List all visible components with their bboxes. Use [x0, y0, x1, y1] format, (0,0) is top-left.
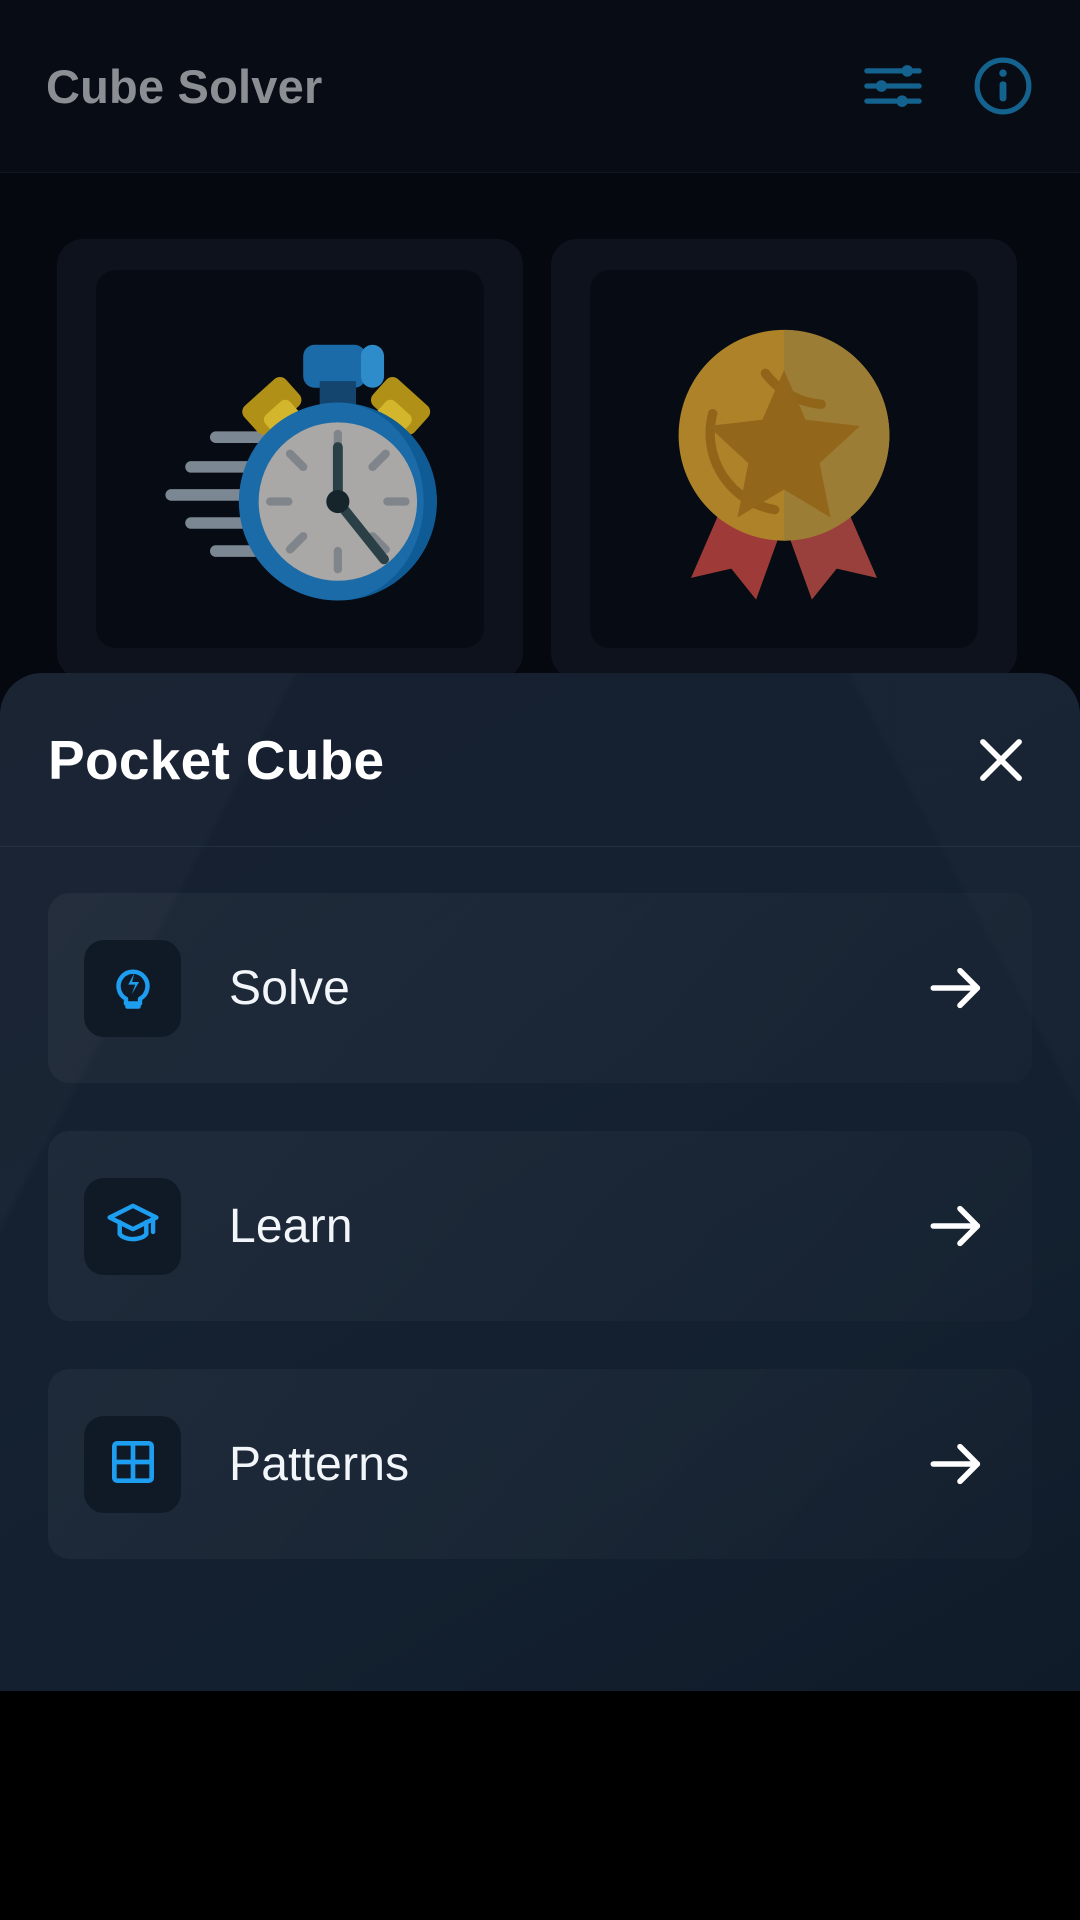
stopwatch-timer-illustration	[125, 307, 455, 612]
home-card-award[interactable]	[551, 239, 1017, 679]
patterns-icon-box	[84, 1415, 181, 1513]
arrow-right-icon[interactable]	[924, 1432, 988, 1496]
sliders-icon[interactable]	[860, 53, 926, 119]
sheet-row-patterns[interactable]: Patterns	[48, 1369, 1032, 1559]
solve-icon-box	[84, 939, 181, 1037]
graduation-cap-icon	[105, 1196, 161, 1257]
sheet-row-solve[interactable]: Solve	[48, 893, 1032, 1083]
sheet-row-learn[interactable]: Learn	[48, 1131, 1032, 1321]
arrow-right-icon[interactable]	[924, 956, 988, 1020]
app-bar: Cube Solver	[0, 0, 1080, 173]
gold-medal-award-illustration	[629, 302, 939, 617]
home-card-timer-inner	[96, 270, 484, 648]
arrow-right-icon[interactable]	[924, 1194, 988, 1258]
sheet-row-label: Learn	[229, 1199, 353, 1253]
home-card-award-inner	[590, 270, 978, 648]
bottom-sheet-modal: Pocket Cube Solve Learn Patterns	[0, 673, 1080, 1691]
sheet-row-label: Solve	[229, 961, 351, 1015]
sheet-menu-list: Solve Learn Patterns	[0, 847, 1080, 1559]
sheet-title: Pocket Cube	[48, 728, 385, 791]
info-circle-icon[interactable]	[970, 53, 1036, 119]
lightbulb-bolt-icon	[105, 958, 161, 1019]
page-title: Cube Solver	[46, 59, 323, 113]
ad-zone: Grab 带你游遍东南亚 玩转这个长假 定价出行，实时行程监控 跳转小程序 广告…	[0, 1691, 1080, 1920]
app-screen: Cube Solver Pocket Cube Solve Learn Patt…	[0, 0, 1080, 1920]
sheet-row-label: Patterns	[229, 1437, 410, 1491]
home-card-timer[interactable]	[57, 239, 523, 679]
close-icon[interactable]	[970, 729, 1032, 791]
sheet-header: Pocket Cube	[0, 673, 1080, 847]
learn-icon-box	[84, 1177, 181, 1275]
grid-2x2-icon	[105, 1434, 161, 1495]
